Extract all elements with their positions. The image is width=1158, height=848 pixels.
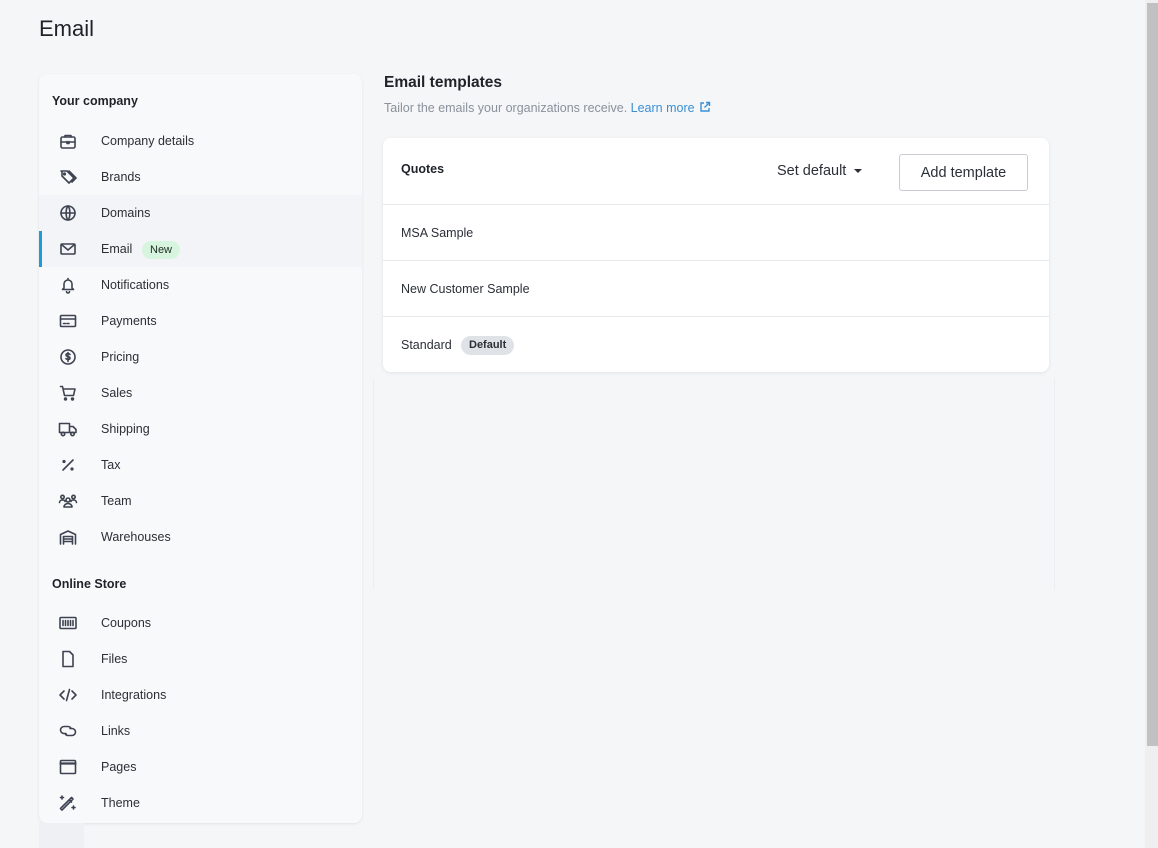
magic-wand-icon [58, 793, 78, 813]
briefcase-icon [58, 131, 78, 151]
sidebar-item-label: Theme [101, 796, 140, 810]
sidebar-item-label: Shipping [101, 422, 150, 436]
sidebar-item-brands[interactable]: Brands [39, 159, 362, 195]
template-name: New Customer Sample [401, 281, 530, 296]
mail-icon [58, 239, 78, 259]
sidebar-item-label: Pages [101, 760, 137, 774]
sidebar-item-pages[interactable]: Pages [39, 749, 362, 785]
sidebar-item-label: Coupons [101, 616, 152, 630]
sidebar-item-domains[interactable]: Domains [39, 195, 362, 231]
default-badge: Default [461, 335, 515, 355]
browser-window-icon [58, 757, 78, 777]
link-icon [58, 721, 78, 741]
new-badge: New [142, 241, 181, 259]
template-name: Standard [401, 338, 452, 352]
sidebar-item-theme[interactable]: Theme [39, 785, 362, 821]
sidebar-item-notifications[interactable]: Notifications [39, 267, 362, 303]
barcode-icon [58, 613, 78, 633]
set-default-label: Set default [777, 163, 847, 179]
sidebar-item-label: Pricing [101, 350, 140, 364]
template-row[interactable]: New Customer Sample [383, 261, 1049, 317]
sidebar-item-files[interactable]: Files [39, 641, 362, 677]
code-icon [58, 685, 78, 705]
sidebar-item-team[interactable]: Team [39, 483, 362, 519]
caret-down-icon [854, 169, 863, 173]
learn-more-label: Learn more [630, 101, 695, 115]
sidebar-footer-strip [39, 823, 84, 848]
sidebar-item-label: Email [101, 242, 133, 256]
sidebar-item-label: Domains [101, 206, 151, 220]
template-row[interactable]: Standard Default [383, 317, 1049, 373]
section-title-online-store: Online Store [52, 577, 127, 591]
settings-sidebar: Your company Company details Brands Doma… [39, 74, 362, 823]
add-template-button[interactable]: Add template [899, 154, 1028, 191]
sidebar-item-integrations[interactable]: Integrations [39, 677, 362, 713]
sidebar-item-email[interactable]: Email New [39, 231, 362, 267]
sidebar-item-links[interactable]: Links [39, 713, 362, 749]
subtitle-text: Tailor the emails your organizations rec… [384, 101, 628, 115]
sidebar-item-label: Files [101, 652, 128, 666]
quotes-templates-card: Quotes Set default Add template MSA Samp… [383, 138, 1049, 372]
section-title-your-company: Your company [52, 94, 138, 108]
sidebar-item-label: Brands [101, 170, 141, 184]
sidebar-item-label: Sales [101, 386, 133, 400]
sidebar-item-payments[interactable]: Payments [39, 303, 362, 339]
sidebar-item-label: Team [101, 494, 132, 508]
sidebar-item-warehouses[interactable]: Warehouses [39, 519, 362, 555]
section-subtitle: Tailor the emails your organizations rec… [384, 101, 711, 115]
sidebar-item-company-details[interactable]: Company details [39, 123, 362, 159]
section-title: Email templates [384, 74, 503, 91]
set-default-dropdown[interactable]: Set default [777, 163, 863, 179]
sidebar-item-label: Warehouses [101, 530, 171, 544]
card-header: Quotes Set default Add template [383, 138, 1049, 205]
credit-card-icon [58, 311, 78, 331]
sidebar-item-label: Integrations [101, 688, 167, 702]
cart-icon [58, 383, 78, 403]
empty-panel [373, 378, 1055, 590]
file-icon [58, 649, 78, 669]
sidebar-item-tax[interactable]: Tax [39, 447, 362, 483]
sidebar-item-label: Tax [101, 458, 121, 472]
sidebar-item-label: Company details [101, 134, 195, 148]
card-title: Quotes [401, 162, 445, 176]
sidebar-item-label: Links [101, 724, 131, 738]
sidebar-item-shipping[interactable]: Shipping [39, 411, 362, 447]
dollar-circle-icon [58, 347, 78, 367]
sidebar-item-coupons[interactable]: Coupons [39, 605, 362, 641]
sidebar-item-pricing[interactable]: Pricing [39, 339, 362, 375]
template-row[interactable]: MSA Sample [383, 205, 1049, 261]
sidebar-item-label: Payments [101, 314, 157, 328]
warehouse-icon [58, 527, 78, 547]
globe-icon [58, 203, 78, 223]
bell-icon [58, 275, 78, 295]
truck-icon [58, 419, 78, 439]
sidebar-item-label: Notifications [101, 278, 170, 292]
learn-more-link[interactable]: Learn more [631, 101, 711, 115]
scrollbar-thumb[interactable] [1147, 3, 1158, 746]
tags-icon [58, 167, 78, 187]
template-name: MSA Sample [401, 225, 474, 240]
sidebar-item-sales[interactable]: Sales [39, 375, 362, 411]
external-link-icon [699, 101, 711, 113]
percent-icon [58, 455, 78, 475]
page-title: Email [39, 16, 95, 41]
team-icon [58, 491, 78, 511]
